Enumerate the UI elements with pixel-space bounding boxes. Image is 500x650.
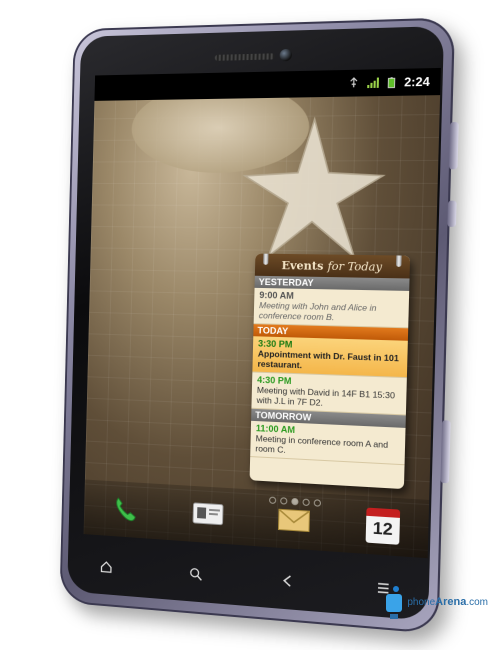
email-icon[interactable] <box>274 500 314 541</box>
status-bar: 2:24 <box>94 67 441 101</box>
softkey-bar <box>86 554 406 603</box>
phonearena-watermark: phoneArena.com <box>384 584 488 620</box>
volume-button <box>448 122 459 170</box>
widget-header: Events for Today <box>254 253 411 279</box>
event-item[interactable]: 9:00 AM Meeting with John and Alice in c… <box>253 287 410 329</box>
widget-title-rest: for Today <box>327 259 383 274</box>
phone-device: 2:24 Events for Today YESTERDAY 9:00 AM … <box>59 17 459 635</box>
phone-icon[interactable] <box>106 490 143 530</box>
status-time: 2:24 <box>403 74 430 90</box>
earpiece-speaker <box>214 53 275 61</box>
front-camera-icon <box>279 48 293 62</box>
event-item[interactable]: 3:30 PM Appointment with Dr. Faust in 10… <box>252 336 408 379</box>
home-icon[interactable] <box>96 557 117 576</box>
event-description: Meeting with David in 14F B1 15:30 with … <box>256 384 396 408</box>
app-dock: 12 <box>83 479 430 559</box>
starfish-icon <box>235 110 393 265</box>
contacts-icon[interactable] <box>189 495 227 535</box>
phonearena-logo-icon <box>386 586 403 619</box>
watermark-text: phoneArena.com <box>407 596 488 608</box>
pin-icon <box>396 253 402 267</box>
battery-icon <box>385 76 398 89</box>
event-description: Appointment with Dr. Faust in 101 restau… <box>257 348 400 371</box>
calendar-day: 12 <box>365 507 401 545</box>
widget-title-bold: Events <box>281 258 324 273</box>
phone-bezel: 2:24 Events for Today YESTERDAY 9:00 AM … <box>67 26 445 621</box>
back-icon[interactable] <box>276 571 299 591</box>
pin-icon <box>263 253 269 265</box>
events-widget[interactable]: Events for Today YESTERDAY 9:00 AM Meeti… <box>249 253 411 490</box>
home-screen: 2:24 Events for Today YESTERDAY 9:00 AM … <box>83 67 441 559</box>
calendar-icon[interactable]: 12 <box>362 505 403 547</box>
camera-button <box>440 420 451 484</box>
signal-icon <box>367 77 379 89</box>
usb-icon <box>347 77 360 90</box>
side-button <box>447 200 457 227</box>
search-icon[interactable] <box>184 564 206 584</box>
event-description: Meeting with John and Alice in conferenc… <box>258 300 377 323</box>
event-item[interactable]: 11:00 AM Meeting in conference room A an… <box>250 420 406 466</box>
